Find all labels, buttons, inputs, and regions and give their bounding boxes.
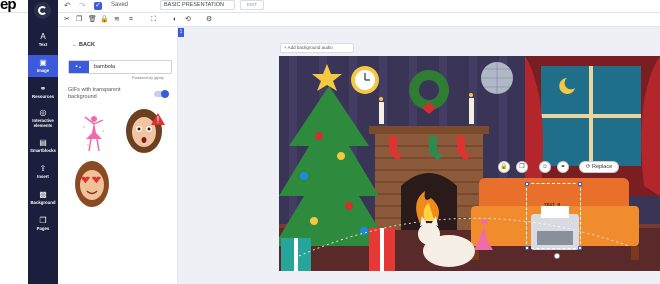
gif-transparent-label: GIFs with transparent background [68,87,121,100]
nav-item-insert[interactable]: ⇪ Insert [28,164,58,182]
nav-item-label: Smartblocks [30,148,56,153]
nav-item-label: Insert [37,174,49,179]
presentation-title-input[interactable]: BASIC PRESENTATION [160,0,235,10]
edit-button[interactable]: EDIT [240,0,264,10]
resize-handle[interactable] [578,246,582,250]
page-number-marker[interactable]: 1 [178,28,184,37]
link-icon[interactable]: ⚭ [557,161,569,173]
insert-icon: ⇪ [39,164,47,173]
nav-item-background[interactable]: ▩ Background [28,190,58,208]
transparent-toggle[interactable] [154,90,169,98]
selection-box[interactable] [525,182,582,250]
nav-item-resources[interactable]: ⚭ Resources [28,84,58,102]
app-logo[interactable] [34,2,51,19]
left-navigation: A Text ▣ Image ⚭ Resources ◎ Interactive… [28,0,58,284]
background-icon: ▩ [39,190,47,199]
nav-item-label: Interactive elements [32,118,54,128]
undo-icon[interactable]: ↶ [64,1,71,11]
nav-item-label: Image [36,68,50,73]
replace-label: Replace [591,164,613,170]
top-toolbar: ep ↶ ↷ ✓ Saved BASIC PRESENTATION EDIT [0,0,660,13]
lock-icon[interactable]: 🔒 [498,161,510,173]
saved-check-icon: ✓ [94,2,102,10]
resize-handle[interactable] [578,182,582,186]
back-label: BACK [79,42,95,48]
gif-result-heart-eyes[interactable] [73,158,111,208]
duplicate-icon[interactable]: ❐ [516,161,528,173]
powered-by-giphy: Powered by giphy [132,75,164,80]
color-icon[interactable]: ◐ [173,15,177,24]
gif-search: ▪⌄ [68,60,172,74]
rotate-handle[interactable] [554,253,560,259]
layers-icon[interactable]: ≋ [114,15,120,24]
cut-icon[interactable]: ✂ [64,15,70,24]
delete-icon[interactable]: 🗑 [88,15,97,24]
element-toolbar: ✂ ❐ 🗑 🔒 ≋ ⌗ ⛶ ◐ ⟲ ⚙ [51,13,660,27]
brand-text-fragment: ep [0,0,16,13]
nav-item-label: Text [38,42,48,47]
nav-item-smartblocks[interactable]: ▤ Smartblocks [28,138,58,156]
pages-icon: ❐ [39,216,47,225]
gif-result-ballerina[interactable] [76,111,112,155]
gif-result-surprised-girl[interactable] [124,105,166,155]
flip-icon[interactable]: ⟲ [185,15,191,24]
fit-icon[interactable]: ⛶ [151,15,156,24]
redo-icon[interactable]: ↷ [79,1,86,11]
crop-icon[interactable]: ⌗ [129,15,133,24]
nav-item-image[interactable]: ▣ Image [28,55,58,77]
lock-icon[interactable]: 🔒 [100,15,109,24]
add-background-audio-button[interactable]: + Add background audio [280,43,354,53]
back-button[interactable]: ← BACK [72,42,95,48]
nav-item-label: Resources [32,94,54,99]
nav-item-interactive[interactable]: ◎ Interactive elements [28,108,58,132]
nav-item-label: Background [30,200,56,205]
replace-button[interactable]: ⟳ Replace [579,161,619,173]
resize-handle[interactable] [525,182,529,186]
resources-icon: ⚭ [39,84,47,93]
search-source-dropdown[interactable]: ▪⌄ [69,61,89,73]
animation-icon[interactable]: ☺ [539,161,551,173]
canvas-area: 1 + Add background audio TEST M [178,27,660,284]
saved-status: Saved [111,2,129,8]
nav-item-text[interactable]: A Text [28,32,58,50]
image-icon: ▣ [39,58,47,67]
copy-icon[interactable]: ❐ [76,15,82,24]
text-icon: A [40,32,46,41]
search-input[interactable] [94,61,169,73]
nav-item-pages[interactable]: ❐ Pages [28,216,58,234]
interactive-icon: ◎ [39,108,47,117]
nav-item-label: Pages [36,226,50,231]
resize-handle[interactable] [525,246,529,250]
position-icon[interactable]: ⚙ [206,15,212,24]
smartblocks-icon: ▤ [39,138,47,147]
image-panel: ← BACK ▪⌄ Powered by giphy GIFs with tra… [58,27,178,284]
